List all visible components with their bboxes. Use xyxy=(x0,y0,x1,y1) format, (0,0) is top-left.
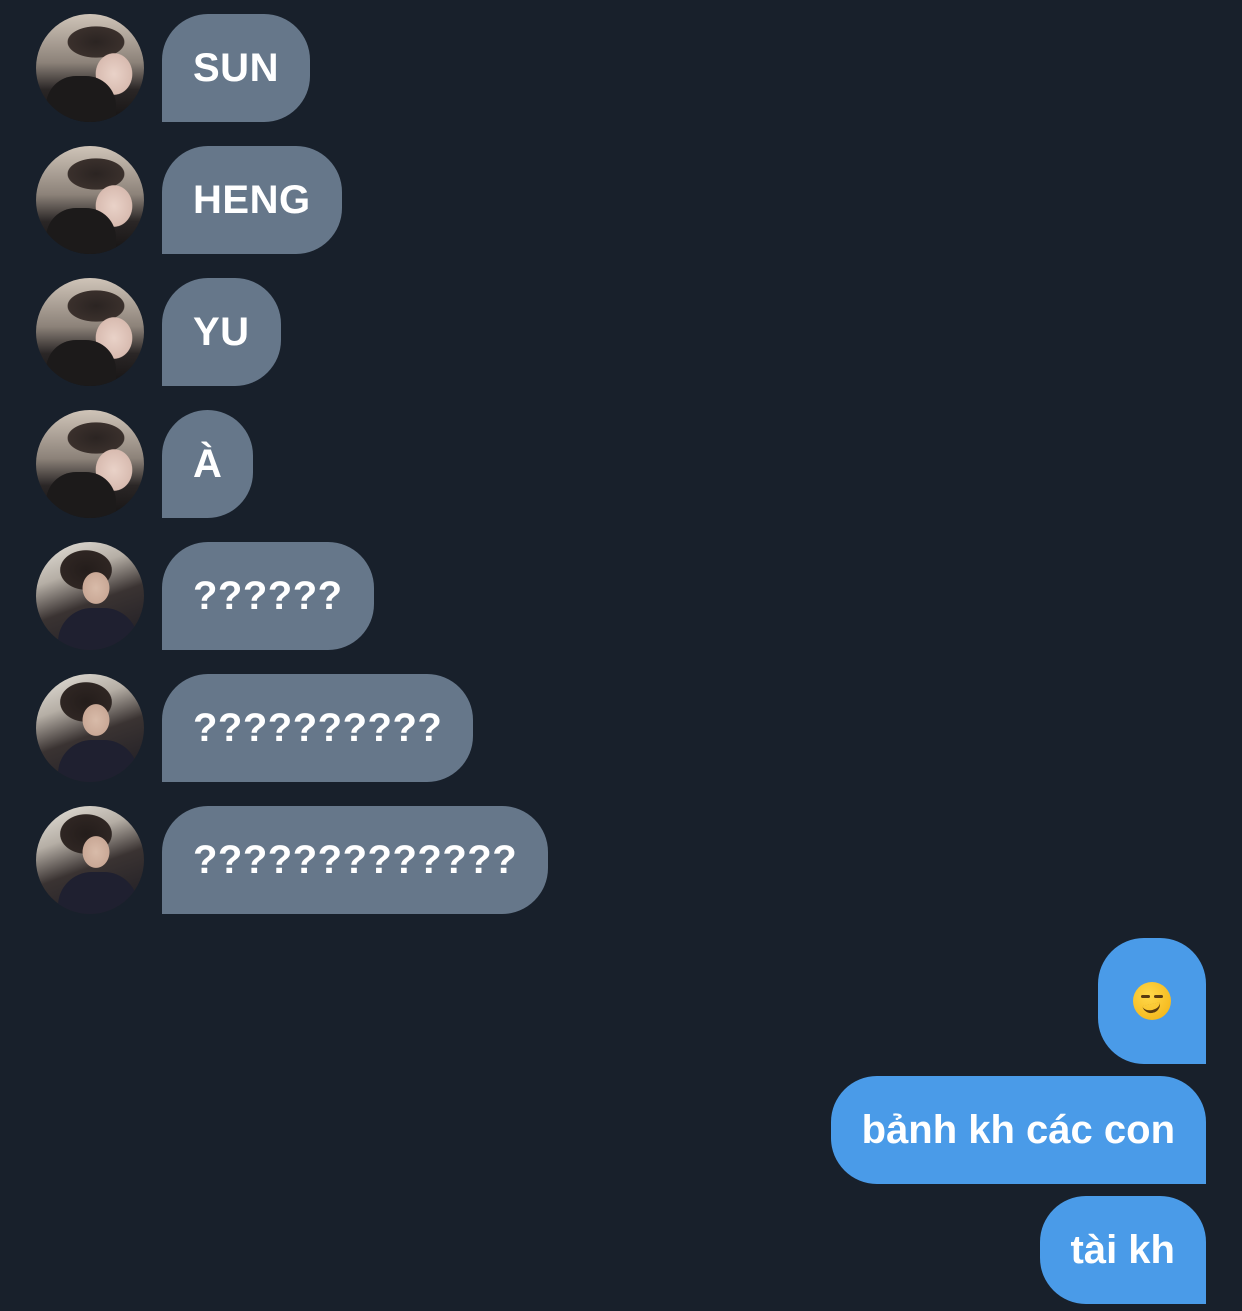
incoming-message-bubble[interactable]: HENG xyxy=(162,146,342,254)
sender-avatar[interactable] xyxy=(36,806,144,914)
sender-avatar[interactable] xyxy=(36,146,144,254)
outgoing-message-bubble[interactable] xyxy=(1098,938,1206,1064)
outgoing-message-bubble[interactable]: bảnh kh các con xyxy=(830,1076,1206,1184)
incoming-message-bubble[interactable]: YU xyxy=(162,278,281,386)
incoming-message-bubble[interactable]: ?????????? xyxy=(162,674,474,782)
smirking-face-icon xyxy=(1133,982,1171,1020)
incoming-message-bubble[interactable]: ?????? xyxy=(162,542,374,650)
sender-avatar[interactable] xyxy=(36,278,144,386)
sender-avatar[interactable] xyxy=(36,542,144,650)
sender-avatar[interactable] xyxy=(36,674,144,782)
incoming-message-bubble[interactable]: SUN xyxy=(162,14,310,122)
incoming-message-bubble[interactable]: À xyxy=(162,410,254,518)
sender-avatar[interactable] xyxy=(36,14,144,122)
sender-avatar[interactable] xyxy=(36,410,144,518)
incoming-message-bubble[interactable]: ????????????? xyxy=(162,806,549,914)
outgoing-message-bubble[interactable]: tài kh xyxy=(1039,1196,1206,1304)
